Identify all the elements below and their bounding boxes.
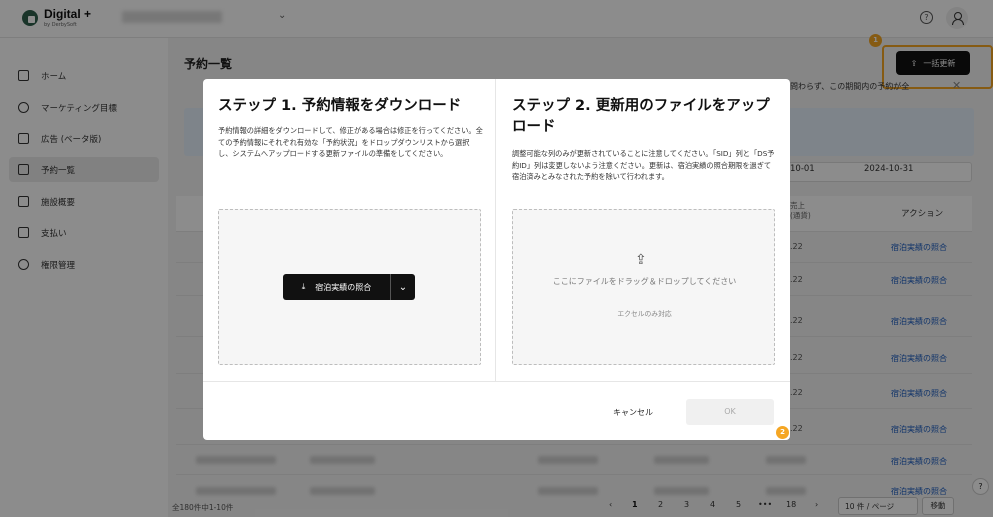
file-drop-zone[interactable]: ⇪ ここにファイルをドラッグ＆ドロップしてください エクセルのみ対応 [512, 209, 775, 365]
chevron-down-icon[interactable]: ⌄ [391, 282, 415, 293]
step1-title: ステップ 1. 予約情報をダウンロード [218, 98, 462, 114]
step1-panel: ステップ 1. 予約情報をダウンロード 予約情報の詳細をダウンロードして、修正が… [203, 79, 496, 381]
modal-footer: キャンセル OK [203, 381, 790, 440]
download-button[interactable]: ⤓ 宿泊実績の照合 ⌄ [283, 274, 415, 300]
step2-title: ステップ 2. 更新用のファイルをアップロード [512, 98, 770, 135]
drop-zone-text: ここにファイルをドラッグ＆ドロップしてください [552, 277, 737, 286]
cancel-button[interactable]: キャンセル [598, 402, 668, 424]
download-icon: ⤓ [301, 282, 306, 291]
step1-description: 予約情報の詳細をダウンロードして、修正がある場合は修正を行ってください。全ての予… [218, 126, 483, 158]
drop-zone-subtext: エクセルのみ対応 [617, 310, 672, 318]
download-main-button[interactable]: ⤓ 宿泊実績の照合 [283, 274, 391, 300]
step2-description: 調整可能な列のみが更新されていることに注意してください。「SID」列と「DS予約… [512, 149, 775, 181]
bulk-update-modal: ステップ 1. 予約情報をダウンロード 予約情報の詳細をダウンロードして、修正が… [203, 79, 790, 440]
download-button-label: 宿泊実績の照合 [315, 282, 372, 292]
annotation-badge-2: 2 [776, 426, 789, 439]
step2-panel: ステップ 2. 更新用のファイルをアップロード 調整可能な列のみが更新されている… [497, 79, 790, 381]
ok-button[interactable]: OK [686, 399, 774, 425]
upload-icon: ⇪ [635, 252, 647, 268]
